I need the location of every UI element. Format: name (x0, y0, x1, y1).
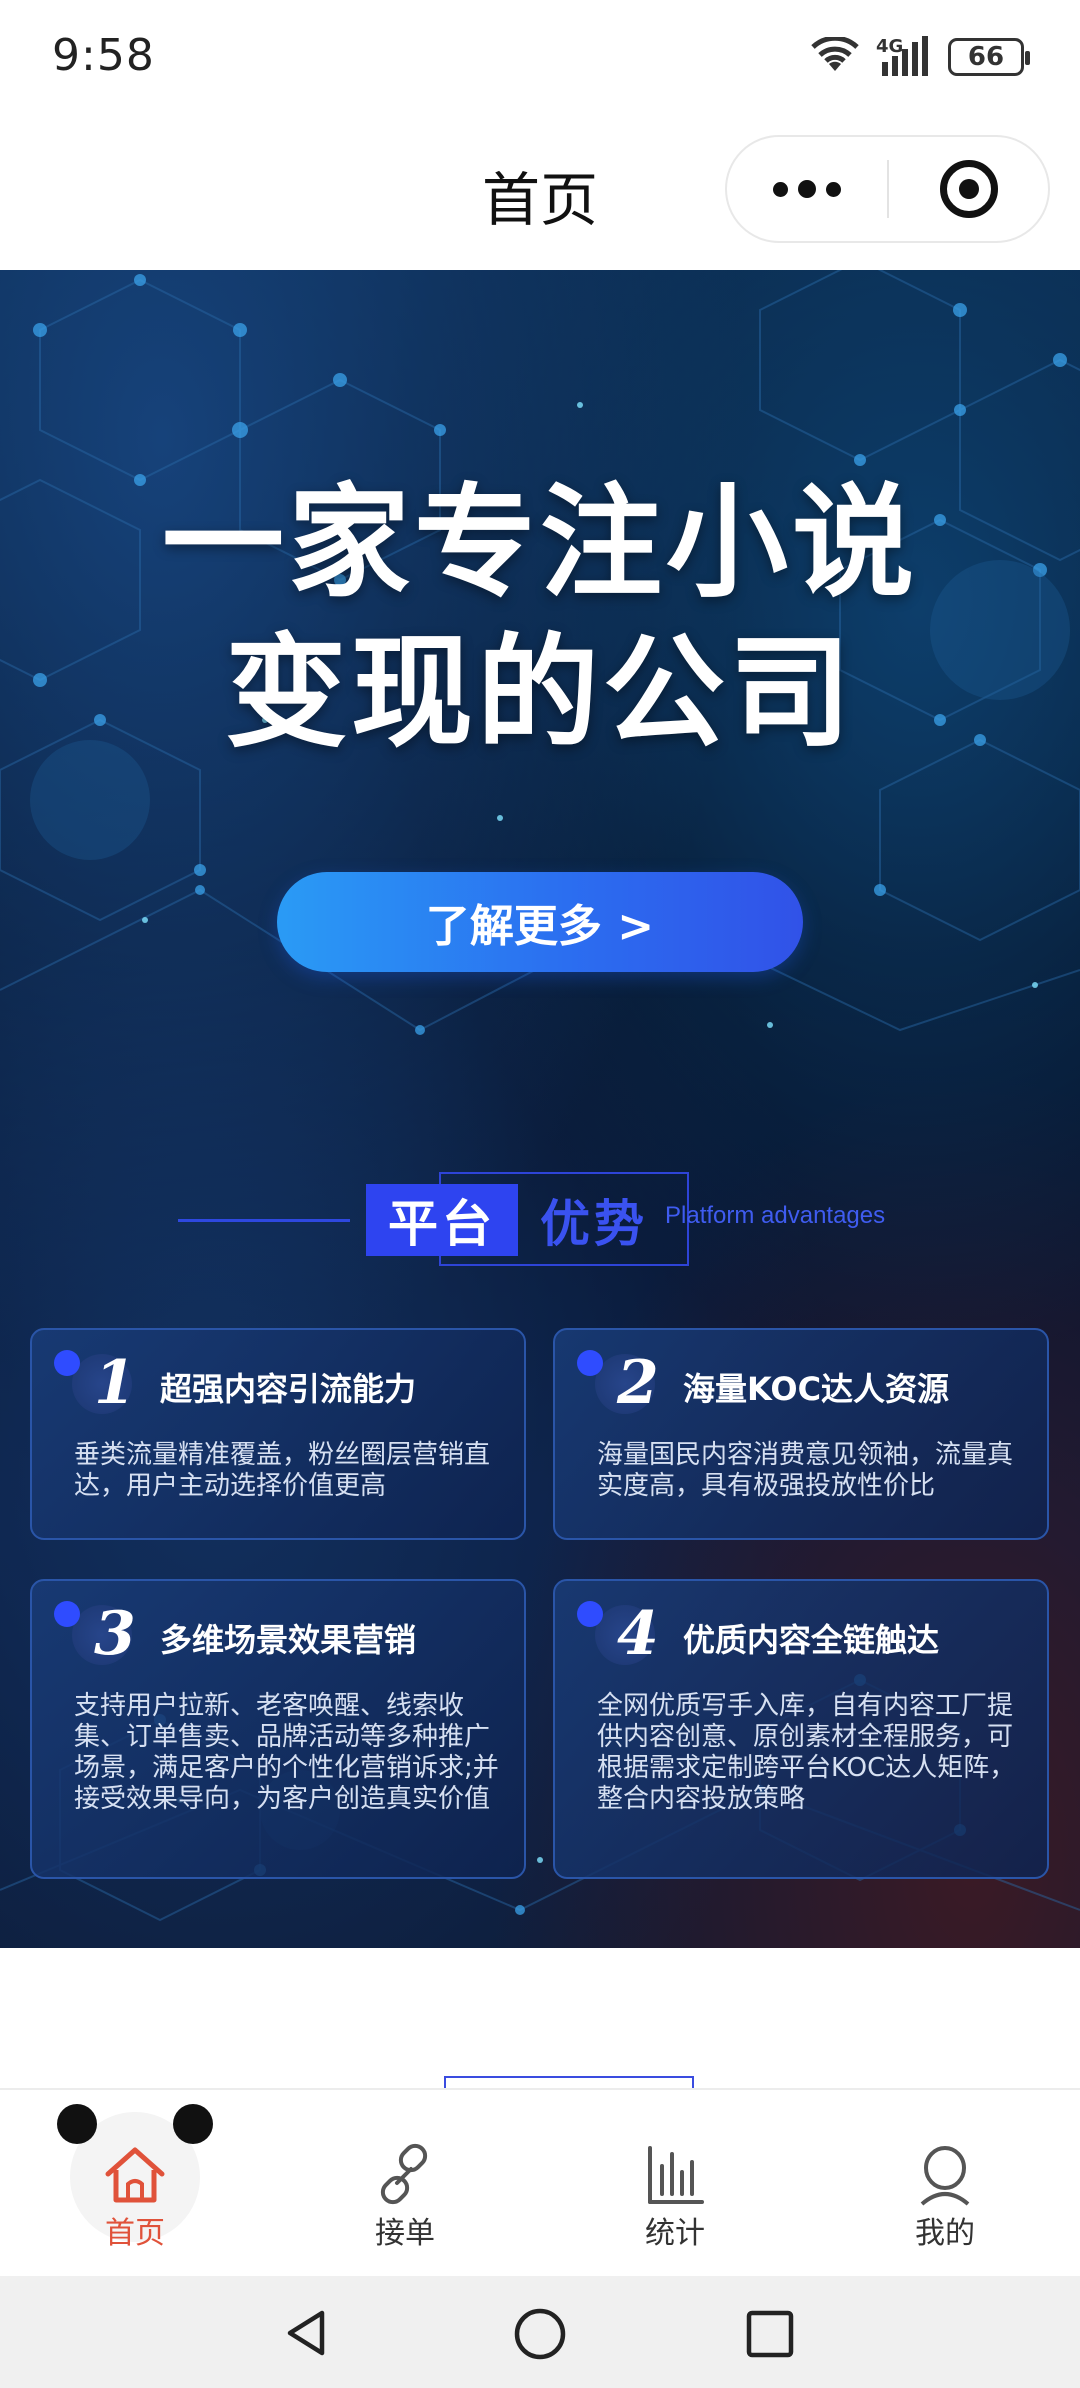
card-description: 海量国民内容消费意见领袖，流量真实度高，具有极强投放性价比 (597, 1440, 1014, 1501)
card-title: 多维场景效果营销 (160, 1621, 417, 1659)
card-number: 3 (94, 1599, 136, 1669)
tab-label-home: 首页 (105, 2216, 165, 2251)
card-description: 全网优质写手入库，自有内容工厂提供内容创意、原创素材全程服务，可根据需求定制跨平… (597, 1691, 1016, 1814)
card-dot-icon (577, 1601, 603, 1627)
advantage-card-3: 3 多维场景效果营销 支持用户拉新、老客唤醒、线索收集、订单售卖、品牌活动等多种… (30, 1579, 526, 1879)
cellular-signal-icon: 4G (876, 36, 932, 78)
section-title-primary: 平台 (366, 1184, 518, 1256)
card-dot-icon (54, 1350, 80, 1376)
bottom-tab-bar: 首页 接单 统计 我的 (0, 2088, 1080, 2276)
system-navigation-bar (0, 2276, 1080, 2388)
card-title: 超强内容引流能力 (160, 1370, 417, 1408)
card-dot-icon (577, 1350, 603, 1376)
panda-ear-left (57, 2104, 97, 2144)
hero-headline-line1: 一家专注小说 (162, 472, 918, 614)
card-number: 4 (617, 1599, 659, 1669)
hero-banner: 一家专注小说 变现的公司 了解更多 > 平台 优势 Platform advan… (0, 270, 1080, 1948)
hero-headline-line2: 变现的公司 (225, 622, 855, 764)
card-dot-icon (54, 1601, 80, 1627)
tab-mine[interactable]: 我的 (845, 2090, 1045, 2278)
card-title: 优质内容全链触达 (683, 1621, 940, 1659)
link-icon (380, 2143, 428, 2205)
section-heading-line (178, 1219, 350, 1222)
learn-more-button[interactable]: 了解更多 > (277, 872, 803, 972)
battery-icon: 66 (948, 38, 1030, 76)
wifi-icon (811, 37, 859, 71)
card-description: 支持用户拉新、老客唤醒、线索收集、订单售卖、品牌活动等多种推广场景，满足客户的个… (74, 1691, 499, 1814)
panda-ear-right (173, 2104, 213, 2144)
advantage-card-2: 2 海量KOC达人资源 海量国民内容消费意见领袖，流量真实度高，具有极强投放性价… (553, 1328, 1049, 1540)
close-button[interactable] (889, 137, 1048, 241)
home-circle-icon[interactable] (513, 2307, 567, 2361)
advantage-card-1: 1 超强内容引流能力 垂类流量精准覆盖，粉丝圈层营销直达，用户主动选择价值更高 (30, 1328, 526, 1540)
section-title-english: Platform advantages (665, 1202, 886, 1229)
advantage-card-4: 4 优质内容全链触达 全网优质写手入库，自有内容工厂提供内容创意、原创素材全程服… (553, 1579, 1049, 1879)
card-title: 海量KOC达人资源 (683, 1370, 950, 1408)
section-title-secondary: 优势 (540, 1195, 648, 1253)
back-triangle-icon[interactable] (282, 2308, 332, 2358)
card-description: 垂类流量精准覆盖，粉丝圈层营销直达，用户主动选择价值更高 (74, 1440, 491, 1501)
card-number: 1 (94, 1348, 136, 1418)
home-icon (105, 2147, 165, 2203)
mini-program-capsule (725, 135, 1050, 243)
tab-stats[interactable]: 统计 (575, 2090, 775, 2278)
tab-label-stats: 统计 (645, 2216, 705, 2251)
nav-bar: 首页 (0, 115, 1080, 270)
recent-apps-square-icon[interactable] (745, 2309, 795, 2359)
more-dots-icon[interactable] (727, 137, 887, 241)
tab-orders[interactable]: 接单 (305, 2090, 505, 2278)
next-section (0, 1948, 1080, 2106)
status-bar: 9:58 4G 66 (0, 0, 1080, 115)
card-number: 2 (617, 1348, 659, 1418)
user-icon (920, 2146, 970, 2206)
battery-level: 66 (967, 42, 1005, 72)
bar-chart-icon (648, 2146, 704, 2204)
status-icons: 4G 66 (810, 32, 1030, 82)
tab-label-mine: 我的 (915, 2216, 975, 2251)
status-time: 9:58 (52, 30, 155, 81)
tab-label-orders: 接单 (375, 2216, 435, 2251)
target-close-icon (939, 160, 998, 218)
tab-home[interactable]: 首页 (35, 2090, 235, 2278)
